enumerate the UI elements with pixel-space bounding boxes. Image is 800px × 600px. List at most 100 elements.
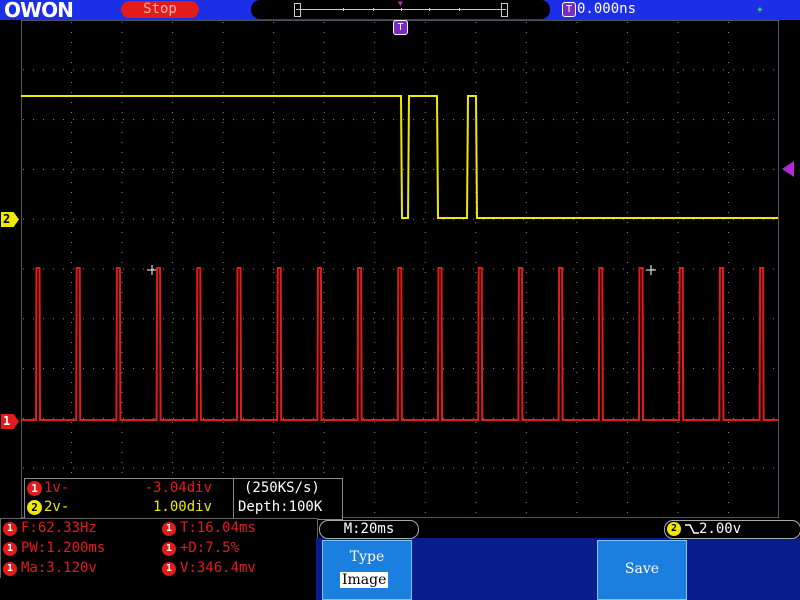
grid-dot: [453, 318, 454, 320]
ch2-ground-marker[interactable]: 2: [1, 212, 19, 227]
grid-dot: [93, 218, 94, 220]
grid-dot: [273, 122, 275, 123]
grid-dot: [203, 119, 204, 121]
grid-dot: [693, 467, 694, 469]
grid-dot: [677, 172, 679, 173]
grid-dot: [121, 402, 123, 403]
ch1-ground-marker[interactable]: 1: [1, 414, 19, 429]
grid-dot: [343, 69, 344, 71]
grid-dot: [513, 168, 514, 170]
grid-dot: [323, 268, 324, 270]
grid-dot: [475, 422, 477, 423]
grid-dot: [213, 69, 214, 71]
grid-dot: [343, 467, 344, 469]
grid-dot: [525, 322, 527, 323]
grid-dot: [374, 312, 376, 313]
timebase-readout[interactable]: M:20ms: [319, 520, 419, 539]
grid-dot: [323, 142, 325, 143]
grid-dot: [373, 268, 374, 270]
grid-dot: [273, 69, 274, 71]
grid-dot: [113, 467, 114, 469]
grid-dot: [576, 22, 578, 23]
grid-dot: [373, 417, 374, 419]
trigger-level-marker[interactable]: [782, 161, 794, 177]
grid-dot: [153, 417, 154, 419]
grid-dot: [283, 318, 284, 320]
grid-dot: [525, 52, 527, 53]
grid-dot: [727, 272, 729, 273]
grid-dot: [203, 368, 204, 370]
grid-dot: [677, 442, 679, 443]
grid-dot: [626, 22, 628, 23]
grid-dot: [222, 152, 224, 153]
grid-dot: [143, 368, 144, 370]
grid-dot: [433, 467, 434, 469]
grid-dot: [53, 417, 54, 419]
brand-logo: OWON: [4, 0, 74, 22]
grid-dot: [525, 412, 527, 413]
grid-dot: [403, 119, 404, 121]
grid-dot: [153, 268, 154, 270]
grid-dot: [363, 417, 364, 419]
grid-dot: [424, 452, 426, 453]
measurement-pulse-width: PW:1.200ms: [21, 540, 106, 556]
grid-dot: [71, 182, 73, 183]
run-stop-status[interactable]: Stop: [121, 1, 199, 18]
grid-dot: [433, 69, 434, 71]
trigger-position-marker[interactable]: T: [393, 20, 408, 35]
grid-dot: [483, 368, 484, 370]
grid-dot: [273, 218, 274, 220]
grid-dot: [513, 467, 514, 469]
grid-dot: [403, 268, 404, 270]
grid-dot: [723, 119, 724, 121]
grid-dot: [163, 119, 164, 121]
grid-dot: [121, 222, 123, 223]
type-softkey-value: Image: [340, 572, 389, 588]
grid-dot: [273, 152, 275, 153]
grid-dot: [424, 382, 426, 383]
grid-dot: [123, 268, 124, 270]
grid-dot: [626, 162, 628, 163]
grid-dot: [73, 368, 74, 370]
grid-dot: [153, 467, 154, 469]
grid-dot: [323, 82, 325, 83]
grid-dot: [121, 442, 123, 443]
grid-dot: [576, 342, 578, 343]
grid-dot: [626, 402, 628, 403]
grid-dot: [323, 412, 325, 413]
grid-dot: [525, 112, 527, 113]
grid-dot: [273, 72, 275, 73]
type-softkey[interactable]: Type Image: [322, 540, 412, 600]
grid-dot: [523, 268, 524, 270]
grid-dot: [677, 502, 679, 503]
timeline-tick: [401, 8, 402, 11]
grid-dot: [263, 318, 264, 320]
measurement-period: T:16.04ms: [180, 520, 256, 536]
grid-dot: [93, 168, 94, 170]
trigger-source-readout[interactable]: 2 2.00v: [664, 520, 800, 539]
grid-dot: [353, 168, 354, 170]
grid-dot: [773, 69, 774, 71]
grid-dot: [374, 262, 376, 263]
grid-dot: [393, 368, 394, 370]
grid-dot: [576, 282, 578, 283]
grid-dot: [273, 422, 275, 423]
grid-dot: [172, 152, 174, 153]
grid-dot: [626, 92, 628, 93]
grid-dot: [576, 512, 578, 513]
grid-dot: [374, 402, 376, 403]
grid-dot: [121, 152, 123, 153]
grid-dot: [172, 472, 174, 473]
grid-dot: [493, 318, 494, 320]
save-softkey[interactable]: Save: [597, 540, 687, 600]
grid-dot: [673, 318, 674, 320]
grid-dot: [71, 312, 73, 313]
grid-dot: [433, 417, 434, 419]
grid-dot: [121, 232, 123, 233]
grid-dot: [626, 452, 628, 453]
grid-dot: [525, 372, 527, 373]
grid-dot: [424, 352, 426, 353]
grid-dot: [727, 382, 729, 383]
grid-dot: [93, 417, 94, 419]
grid-dot: [374, 102, 376, 103]
